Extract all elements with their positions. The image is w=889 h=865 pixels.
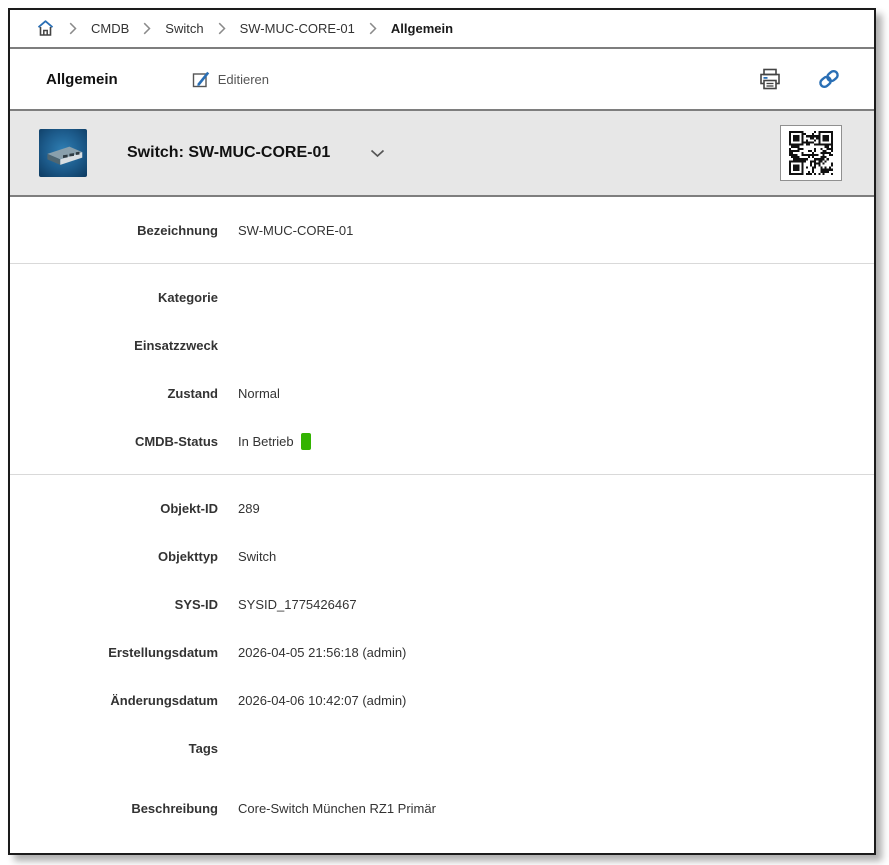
edit-icon [192, 70, 211, 89]
status-badge [300, 432, 311, 450]
field-list: Bezeichnung SW-MUC-CORE-01 Kategorie Einsat… [10, 197, 874, 839]
field-row: Objekttyp Switch [10, 532, 874, 580]
field-label: SYS-ID [174, 596, 218, 612]
link-icon [816, 66, 842, 92]
home-icon[interactable] [36, 19, 55, 38]
permalink-button[interactable] [812, 62, 846, 96]
field-row: Änderungsdatum 2026-04-06 10:42:07 (admin… [10, 676, 874, 724]
field-row: Einsatzzweck [10, 321, 874, 369]
field-row: Erstellungsdatum 2026-04-05 21:56:18 (adm… [10, 628, 874, 676]
breadcrumb-item-switch[interactable]: Switch [165, 21, 203, 36]
field-label: Bezeichnung [137, 222, 218, 238]
field-label: Kategorie [158, 289, 218, 305]
field-row: Objekt-ID 289 [10, 484, 874, 532]
breadcrumb-item-cmdb[interactable]: CMDB [91, 21, 129, 36]
chevron-right-icon [369, 22, 377, 35]
field-label: Einsatzzweck [134, 337, 218, 353]
field-label: Beschreibung [131, 801, 218, 816]
edit-button-label: Editieren [217, 71, 269, 87]
field-value: 2026-04-06 10:42:07 (admin) [238, 692, 407, 708]
field-row: SYS-ID SYSID_1775426467 [10, 580, 874, 628]
field-label: Zustand [167, 385, 218, 401]
print-icon [758, 67, 782, 91]
category-toolbar: Allgemein Editieren [10, 49, 874, 111]
field-row: Kategorie [10, 273, 874, 321]
chevron-down-icon[interactable] [366, 145, 389, 162]
field-row: Zustand Normal [10, 369, 874, 417]
object-header: Switch: SW-MUC-CORE-01 [10, 111, 874, 197]
print-button[interactable] [754, 63, 786, 95]
field-row: CMDB-Status In Betrieb [10, 417, 874, 465]
chevron-right-icon [143, 22, 151, 35]
field-value: Normal [238, 385, 280, 401]
field-section: Objekt-ID 289 Objekttyp Switch SYS-ID SYSID_1… [10, 475, 874, 839]
field-label: CMDB-Status [134, 433, 218, 449]
breadcrumb-item-sw-muc-core-01[interactable]: SW-MUC-CORE-01 [240, 21, 355, 36]
breadcrumb-item-allgemein[interactable]: Allgemein [391, 21, 453, 36]
field-value: In Betrieb [238, 432, 311, 450]
field-value: Switch [238, 548, 277, 564]
qr-code [780, 125, 842, 181]
field-label: Änderungsdatum [110, 692, 218, 708]
switch-thumbnail-image [39, 129, 87, 177]
field-value: Core-Switch München RZ1 Primär [238, 801, 436, 816]
field-value: 289 [238, 500, 260, 516]
chevron-right-icon [69, 22, 77, 35]
field-value: 2026-04-05 21:56:18 (admin) [238, 644, 407, 660]
field-label: Erstellungsdatum [108, 644, 218, 660]
chevron-right-icon [218, 22, 226, 35]
page-title: Allgemein [46, 70, 118, 88]
field-row: Tags [10, 724, 874, 772]
edit-button[interactable]: Editieren [192, 70, 269, 89]
field-section: Kategorie Einsatzzweck Zustand Normal CMDB-S… [10, 264, 874, 475]
app-window: CMDB Switch SW-MUC-CORE-01 Allgemein Allgem… [8, 8, 876, 855]
field-value: SW-MUC-CORE-01 [238, 222, 354, 238]
field-section: Bezeichnung SW-MUC-CORE-01 [10, 197, 874, 264]
field-row: Bezeichnung SW-MUC-CORE-01 [10, 206, 874, 254]
field-label: Tags [188, 740, 218, 756]
breadcrumb: CMDB Switch SW-MUC-CORE-01 Allgemein [10, 10, 874, 49]
field-row: Beschreibung Core-Switch München RZ1 Prim… [10, 772, 874, 830]
field-label: Objekt-ID [160, 500, 218, 516]
field-value: SYSID_1775426467 [238, 596, 357, 612]
object-title: Switch: SW-MUC-CORE-01 [127, 144, 331, 161]
field-label: Objekttyp [158, 548, 218, 564]
